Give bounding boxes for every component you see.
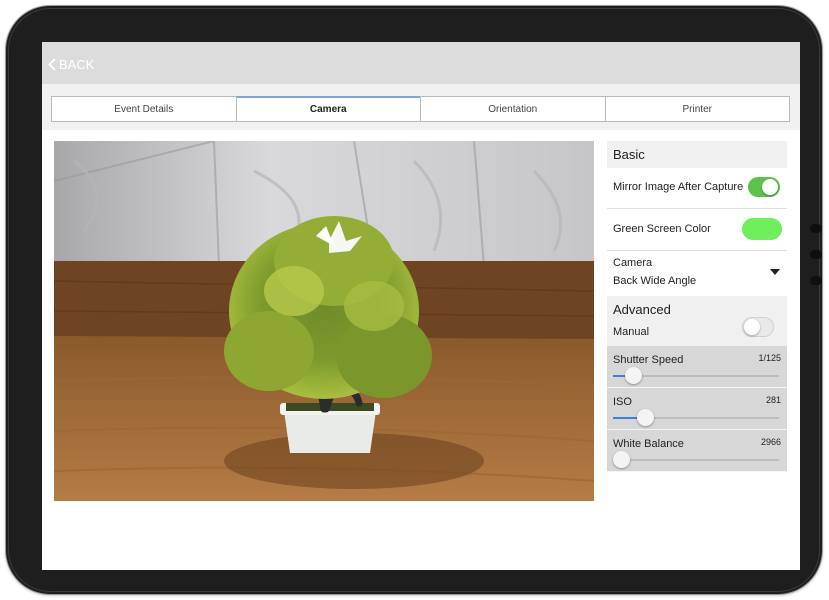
shutter-speed-label: Shutter Speed <box>613 354 684 366</box>
side-button-icon <box>810 224 822 233</box>
preview-image <box>54 141 594 501</box>
tab-event-details[interactable]: Event Details <box>51 96 237 122</box>
tab-orientation[interactable]: Orientation <box>420 96 606 122</box>
back-button[interactable]: BACK <box>48 57 94 72</box>
tab-camera[interactable]: Camera <box>235 96 421 122</box>
white-balance-value: 2966 <box>760 437 781 447</box>
mirror-toggle[interactable] <box>748 177 780 197</box>
white-balance-track[interactable] <box>613 451 779 468</box>
manual-label: Manual <box>613 326 650 338</box>
iso-slider-row: ISO 281 <box>607 388 787 430</box>
camera-value: Back Wide Angle <box>613 275 697 287</box>
green-screen-row: Green Screen Color <box>607 209 787 251</box>
settings-panel: Basic Mirror Image After Capture Green S… <box>607 141 787 472</box>
camera-preview[interactable] <box>54 141 594 501</box>
iso-label: ISO <box>613 396 632 408</box>
white-balance-slider-row: White Balance 2966 <box>607 430 787 472</box>
side-button-icon <box>810 250 822 259</box>
shutter-speed-track[interactable] <box>613 367 779 384</box>
iso-track[interactable] <box>613 409 779 426</box>
toggle-knob <box>762 179 778 195</box>
advanced-section-heading: Advanced <box>613 302 671 317</box>
toggle-knob <box>744 319 760 335</box>
white-balance-label: White Balance <box>613 438 684 450</box>
green-screen-color-swatch[interactable] <box>742 218 782 240</box>
green-screen-label: Green Screen Color <box>613 223 711 235</box>
camera-select[interactable]: Camera Back Wide Angle <box>607 251 787 296</box>
shutter-speed-value: 1/125 <box>758 353 781 363</box>
mirror-label: Mirror Image After Capture <box>613 181 744 193</box>
app-screen: BACK Event Details Camera Orientation Pr… <box>42 42 800 570</box>
back-label: BACK <box>59 57 95 72</box>
advanced-section: Advanced Manual <box>607 296 787 346</box>
shutter-speed-thumb[interactable] <box>624 367 642 384</box>
shutter-speed-slider-row: Shutter Speed 1/125 <box>607 346 787 388</box>
iso-value: 281 <box>765 395 781 405</box>
white-balance-thumb[interactable] <box>613 451 631 468</box>
camera-label: Camera <box>613 257 653 269</box>
tablet-frame: BACK Event Details Camera Orientation Pr… <box>6 6 822 594</box>
tab-printer[interactable]: Printer <box>604 96 790 122</box>
manual-toggle[interactable] <box>742 317 774 337</box>
caret-down-icon <box>770 269 780 275</box>
basic-section-heading: Basic <box>607 141 787 168</box>
nav-bar: BACK <box>42 42 800 84</box>
iso-thumb[interactable] <box>636 409 654 426</box>
side-button-icon <box>810 276 822 285</box>
mirror-row: Mirror Image After Capture <box>607 168 787 209</box>
tab-bar: Event Details Camera Orientation Printer <box>42 84 800 130</box>
chevron-left-icon <box>48 58 56 71</box>
